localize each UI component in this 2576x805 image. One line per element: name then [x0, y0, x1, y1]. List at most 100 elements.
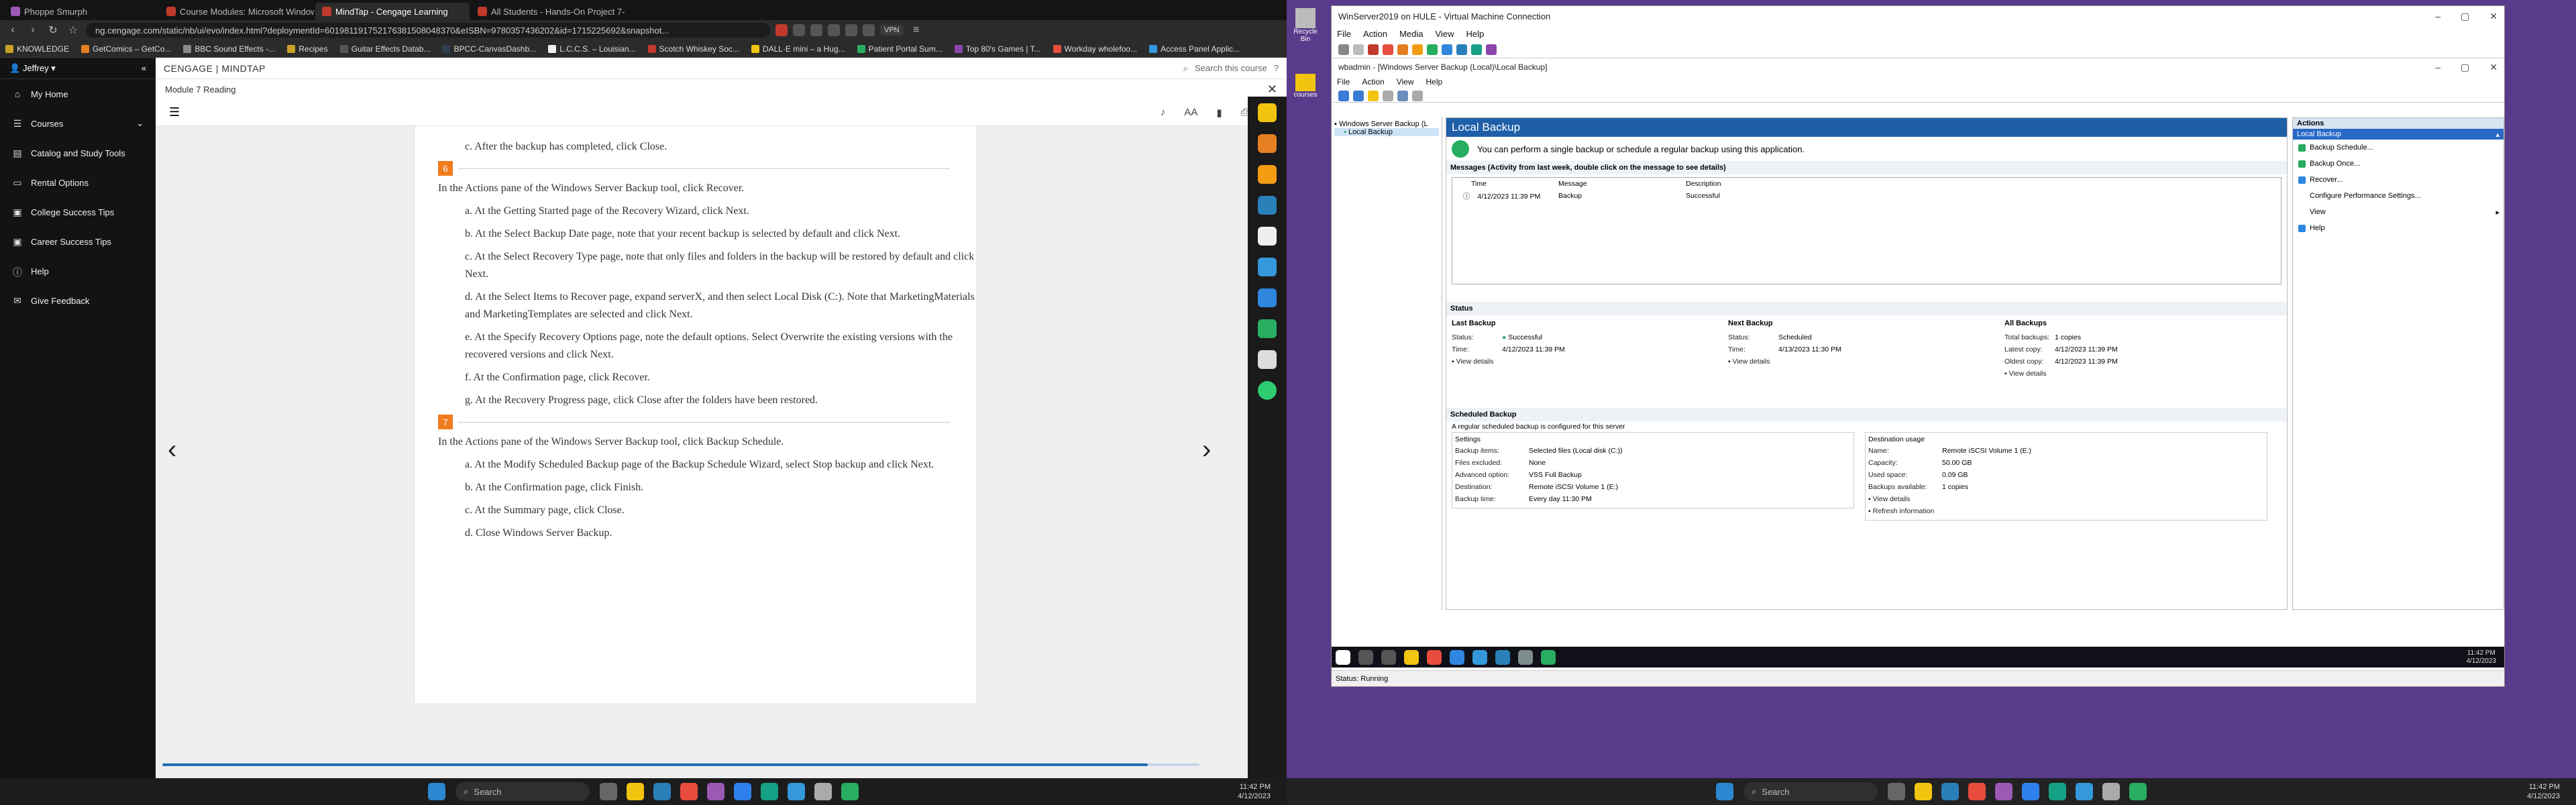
app-icon[interactable]: [1495, 649, 1510, 665]
bookmark-item[interactable]: Access Panel Applic...: [1149, 44, 1240, 54]
sidebar-item-rental[interactable]: ▭ Rental Options: [0, 168, 156, 197]
action-view[interactable]: View ▸: [2293, 204, 2504, 220]
app-icon[interactable]: [1518, 649, 1533, 665]
refresh-information-link[interactable]: ▪ Refresh information: [1868, 507, 1934, 515]
tree-local-backup[interactable]: ▪ Local Backup: [1334, 128, 1439, 136]
tree-root[interactable]: ▪ Windows Server Backup (L: [1334, 120, 1439, 128]
tab-2[interactable]: MindTap - Cengage Learning: [315, 3, 470, 20]
tab-0[interactable]: Phoppe Smurph: [4, 3, 158, 20]
vpn-badge[interactable]: VPN: [880, 25, 904, 36]
search-icon[interactable]: [1358, 649, 1373, 665]
view-details-link[interactable]: ▪ View details: [1728, 358, 1778, 366]
desktop-icon-courses[interactable]: courses: [1292, 74, 1319, 99]
save-icon[interactable]: [1397, 44, 1408, 55]
view-details-link[interactable]: ▪ View details: [1868, 495, 1919, 503]
help-circle-icon[interactable]: ?: [1274, 63, 1279, 73]
start-icon[interactable]: [1353, 44, 1364, 55]
close-icon[interactable]: ✕: [1267, 83, 1277, 97]
menu-file[interactable]: File: [1337, 29, 1351, 39]
menu-view[interactable]: View: [1397, 77, 1414, 87]
table-row[interactable]: ⓘ 4/12/2023 11:39 PM Backup Successful: [1452, 190, 2281, 202]
collapse-icon[interactable]: «: [142, 63, 146, 73]
cloud-icon[interactable]: [1258, 288, 1277, 307]
app-icon[interactable]: [788, 783, 805, 800]
menu-help[interactable]: Help: [1466, 29, 1484, 39]
bookmark-item[interactable]: Patient Portal Sum...: [857, 44, 943, 54]
minimize-icon[interactable]: –: [2435, 11, 2440, 22]
forward-icon[interactable]: [1353, 90, 1364, 101]
sidebar-item-feedback[interactable]: ✉ Give Feedback: [0, 286, 156, 315]
app-icon[interactable]: [2049, 783, 2066, 800]
reset-icon[interactable]: [1442, 44, 1452, 55]
back-icon[interactable]: ‹: [5, 24, 20, 36]
bookmark-item[interactable]: GetComics – GetCo...: [81, 44, 171, 54]
file-explorer-icon[interactable]: [1915, 783, 1932, 800]
bookmark-item[interactable]: Top 80's Games | T...: [954, 44, 1041, 54]
reading-progress-bar[interactable]: [162, 763, 1199, 766]
notes-icon[interactable]: [1258, 227, 1277, 246]
action-backup-once[interactable]: Backup Once...: [2293, 156, 2504, 172]
up-icon[interactable]: [1368, 90, 1379, 101]
enhanced-session-icon[interactable]: [1486, 44, 1497, 55]
action-configure-performance[interactable]: Configure Performance Settings...: [2293, 188, 2504, 204]
toc-icon[interactable]: ☰: [169, 105, 180, 119]
server-manager-icon[interactable]: [1450, 649, 1464, 665]
windows-start-icon[interactable]: [1716, 783, 1733, 800]
menu-help[interactable]: Help: [1426, 77, 1443, 87]
dictionary-icon[interactable]: [1258, 165, 1277, 184]
brave-icon[interactable]: [1968, 783, 1986, 800]
menu-media[interactable]: Media: [1399, 29, 1423, 39]
extension-icon[interactable]: [775, 24, 788, 36]
drive-icon[interactable]: [1258, 319, 1277, 338]
bookmark-icon[interactable]: ☆: [66, 23, 80, 37]
prev-page-arrow[interactable]: ‹: [168, 435, 176, 465]
shutdown-icon[interactable]: [1383, 44, 1393, 55]
taskbar-search[interactable]: ⌕ Search: [1743, 782, 1878, 801]
clock[interactable]: 11:42 PM 4/12/2023: [1238, 782, 1271, 801]
taskbar-search[interactable]: ⌕ Search: [455, 782, 590, 801]
brave-icon[interactable]: [1427, 649, 1442, 665]
rss-icon[interactable]: [1258, 134, 1277, 153]
bookmark-page-icon[interactable]: ▮: [1216, 107, 1222, 119]
desktop-icon-recycle-bin[interactable]: Recycle Bin: [1292, 8, 1319, 43]
app-icon[interactable]: [1472, 649, 1487, 665]
bookmark-item[interactable]: Recipes: [287, 44, 328, 54]
app-icon[interactable]: [814, 783, 832, 800]
file-explorer-icon[interactable]: [1404, 649, 1419, 665]
extension-icon[interactable]: [828, 24, 840, 36]
actions-subheader[interactable]: Local Backup ▴: [2293, 129, 2504, 140]
menu-view[interactable]: View: [1436, 29, 1454, 39]
minimize-icon[interactable]: –: [2435, 62, 2440, 73]
extension-icon[interactable]: [793, 24, 805, 36]
text-size-icon[interactable]: AA: [1184, 107, 1197, 118]
mail-icon[interactable]: [1941, 783, 1959, 800]
close-icon[interactable]: ✕: [2489, 11, 2498, 22]
app-icon[interactable]: [2129, 783, 2147, 800]
widgets-icon[interactable]: [1888, 783, 1905, 800]
maximize-icon[interactable]: ▢: [2461, 11, 2469, 22]
menu-action[interactable]: Action: [1363, 29, 1387, 39]
help-icon[interactable]: [1397, 90, 1408, 101]
sidebar-item-career-tips[interactable]: ▣ Career Success Tips: [0, 227, 156, 256]
extension-icon[interactable]: [863, 24, 875, 36]
menu-file[interactable]: File: [1337, 77, 1350, 87]
action-recover[interactable]: Recover...: [2293, 172, 2504, 188]
mail-icon[interactable]: [653, 783, 671, 800]
close-icon[interactable]: ✕: [2489, 62, 2498, 73]
next-page-arrow[interactable]: ›: [1202, 435, 1211, 465]
view-details-link[interactable]: ▪ View details: [2004, 370, 2055, 378]
pencil-icon[interactable]: [1258, 103, 1277, 122]
forward-icon[interactable]: ›: [25, 24, 40, 36]
book-icon[interactable]: [1258, 196, 1277, 215]
sidebar-item-help[interactable]: ⓘ Help: [0, 256, 156, 286]
tab-1[interactable]: Course Modules: Microsoft Window: [160, 3, 314, 20]
app-icon[interactable]: [2102, 783, 2120, 800]
guest-clock[interactable]: 11:42 PM 4/12/2023: [2467, 649, 2505, 665]
brave-icon[interactable]: [680, 783, 698, 800]
windows-start-icon[interactable]: [428, 783, 445, 800]
bookmark-item[interactable]: Scotch Whiskey Soc...: [647, 44, 739, 54]
widgets-icon[interactable]: [600, 783, 617, 800]
resume-icon[interactable]: [1427, 44, 1438, 55]
view-details-link[interactable]: ▪ View details: [1452, 358, 1502, 366]
tab-3[interactable]: All Students - Hands-On Project 7-7: [471, 3, 625, 20]
